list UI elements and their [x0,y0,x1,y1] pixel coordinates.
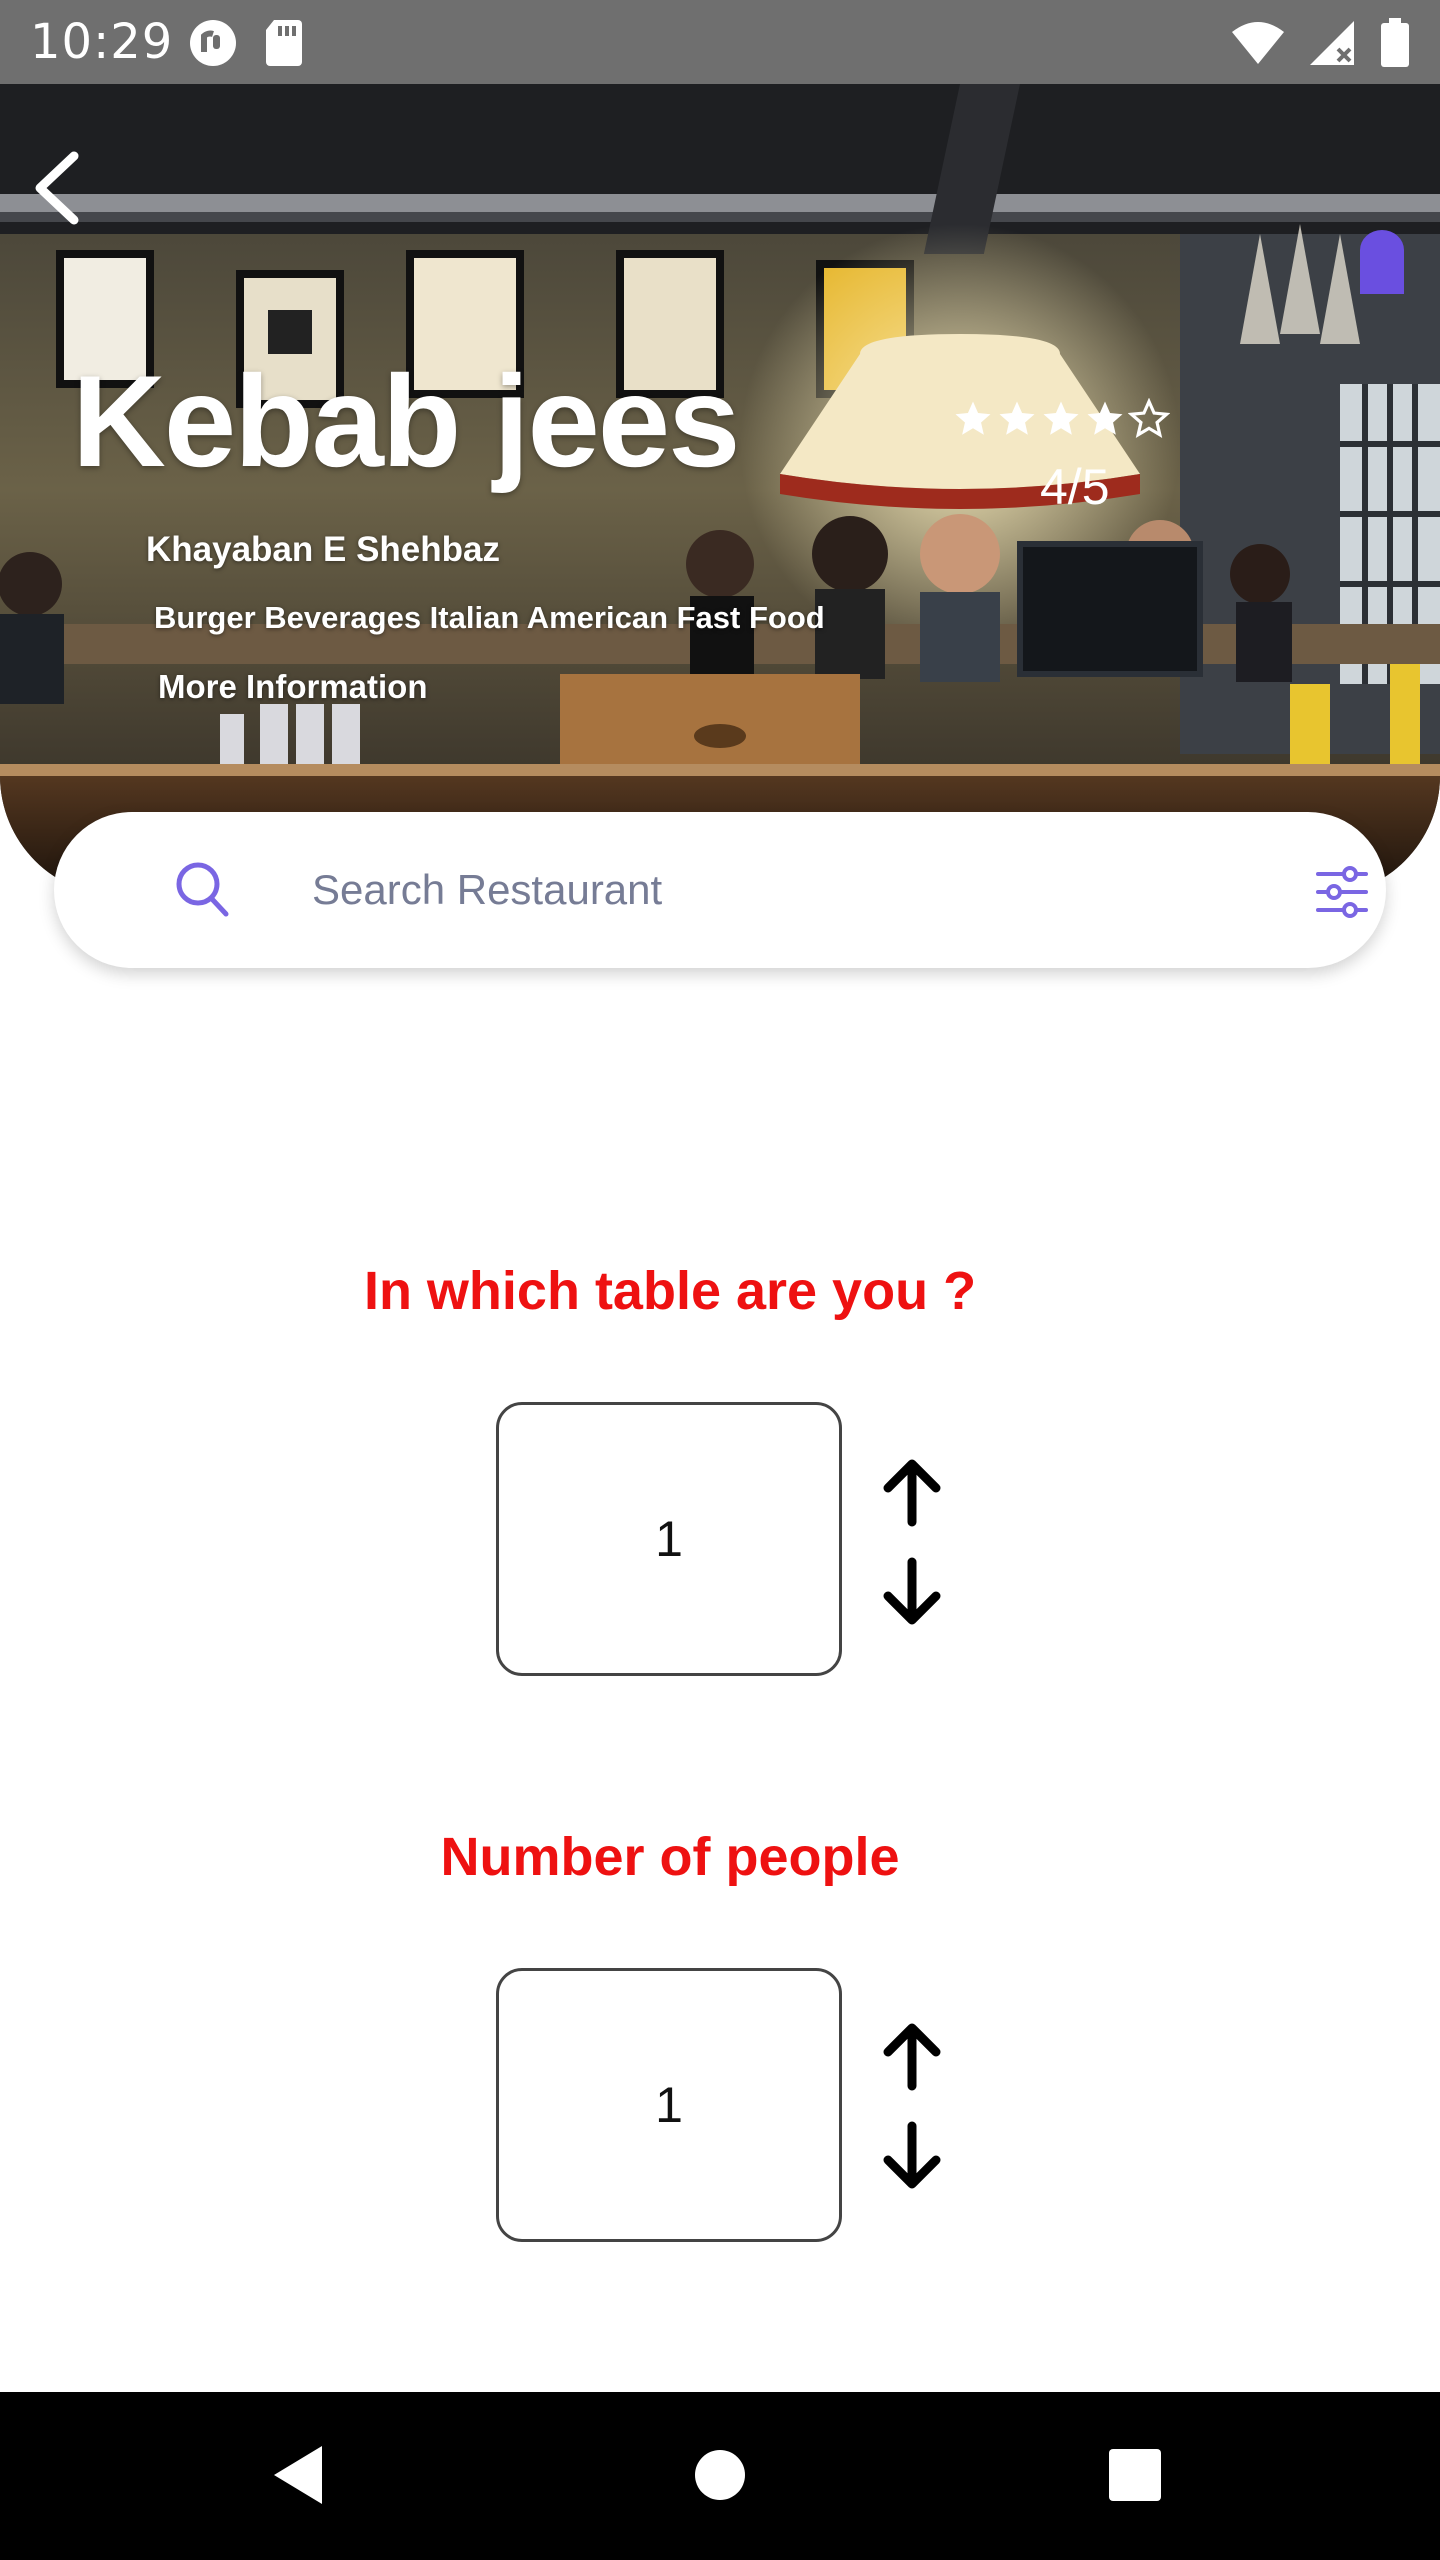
restaurant-name: Kebab jees [72,348,740,494]
pocket-casts-icon [190,20,236,66]
arrow-up-icon[interactable] [876,2020,948,2092]
search-bar [54,812,1386,968]
restaurant-cuisines: Burger Beverages Italian American Fast F… [154,600,825,635]
table-question-heading: In which table are you ? [363,1261,977,1321]
star-filled-icon [1087,401,1123,435]
sd-card-icon [266,20,302,66]
recents-square-icon[interactable] [1108,2442,1162,2508]
more-information-link[interactable]: More Information [158,668,428,706]
star-filled-icon [955,401,991,435]
bookmark-icon[interactable] [1360,230,1404,294]
rating-stars [952,398,1170,440]
table-number-field[interactable]: 1 [496,1402,842,1676]
status-left-icons [188,18,304,68]
star-outline-icon [1128,398,1170,438]
star-filled-icon [999,401,1035,435]
battery-icon [1381,18,1409,67]
rating-value: 4/5 [1040,459,1110,515]
status-bar: 10:29 [0,0,1440,84]
home-circle-icon[interactable] [694,2442,746,2508]
people-count-heading: Number of people [440,1827,900,1887]
system-nav-bar [0,2392,1440,2560]
back-triangle-icon[interactable] [270,2442,326,2508]
arrow-down-icon[interactable] [876,1556,948,1628]
star-filled-icon [1043,401,1079,435]
wifi-icon [1232,22,1284,64]
status-right-icons [1230,18,1410,68]
arrow-down-icon[interactable] [876,2120,948,2192]
status-time: 10:29 [30,14,174,70]
search-icon[interactable] [172,858,232,920]
signal-icon [1310,21,1354,65]
search-input[interactable] [254,842,1312,938]
restaurant-address: Khayaban E Shehbaz [146,530,500,569]
people-count-field[interactable]: 1 [496,1968,842,2242]
filter-sliders-icon[interactable] [1314,864,1370,920]
arrow-up-icon[interactable] [876,1456,948,1528]
back-arrow-icon[interactable] [30,150,82,226]
